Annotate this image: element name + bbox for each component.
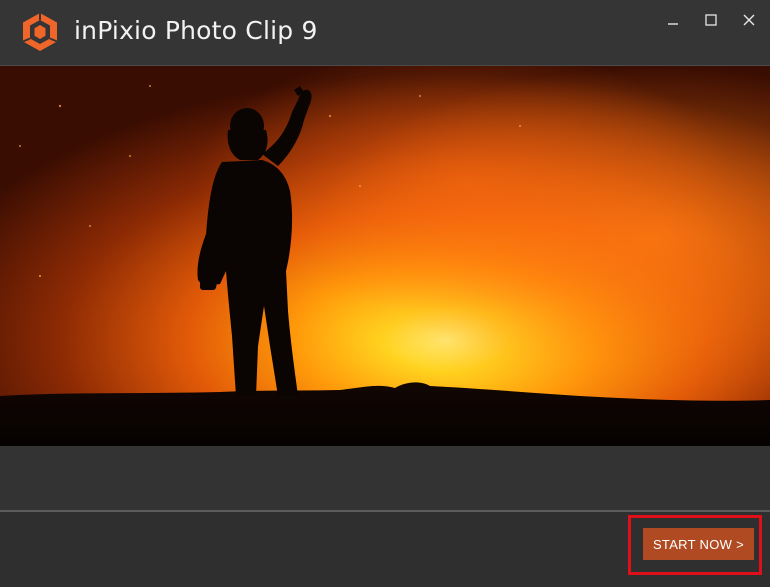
hero-image (0, 66, 770, 446)
maximize-icon (705, 14, 717, 26)
minimize-icon (668, 23, 678, 25)
start-now-button[interactable]: START NOW > (643, 528, 754, 560)
inpixio-logo-icon (20, 12, 60, 52)
silhouette-person-fire-image (0, 66, 770, 446)
app-window: inPixio Photo Clip 9 START NOW > (0, 0, 770, 587)
minimize-button[interactable] (656, 6, 690, 34)
close-icon (743, 14, 755, 26)
content-spacer (0, 446, 770, 510)
close-button[interactable] (732, 6, 766, 34)
title-bar[interactable]: inPixio Photo Clip 9 (0, 0, 770, 66)
app-title: inPixio Photo Clip 9 (74, 16, 318, 45)
maximize-button[interactable] (694, 6, 728, 34)
